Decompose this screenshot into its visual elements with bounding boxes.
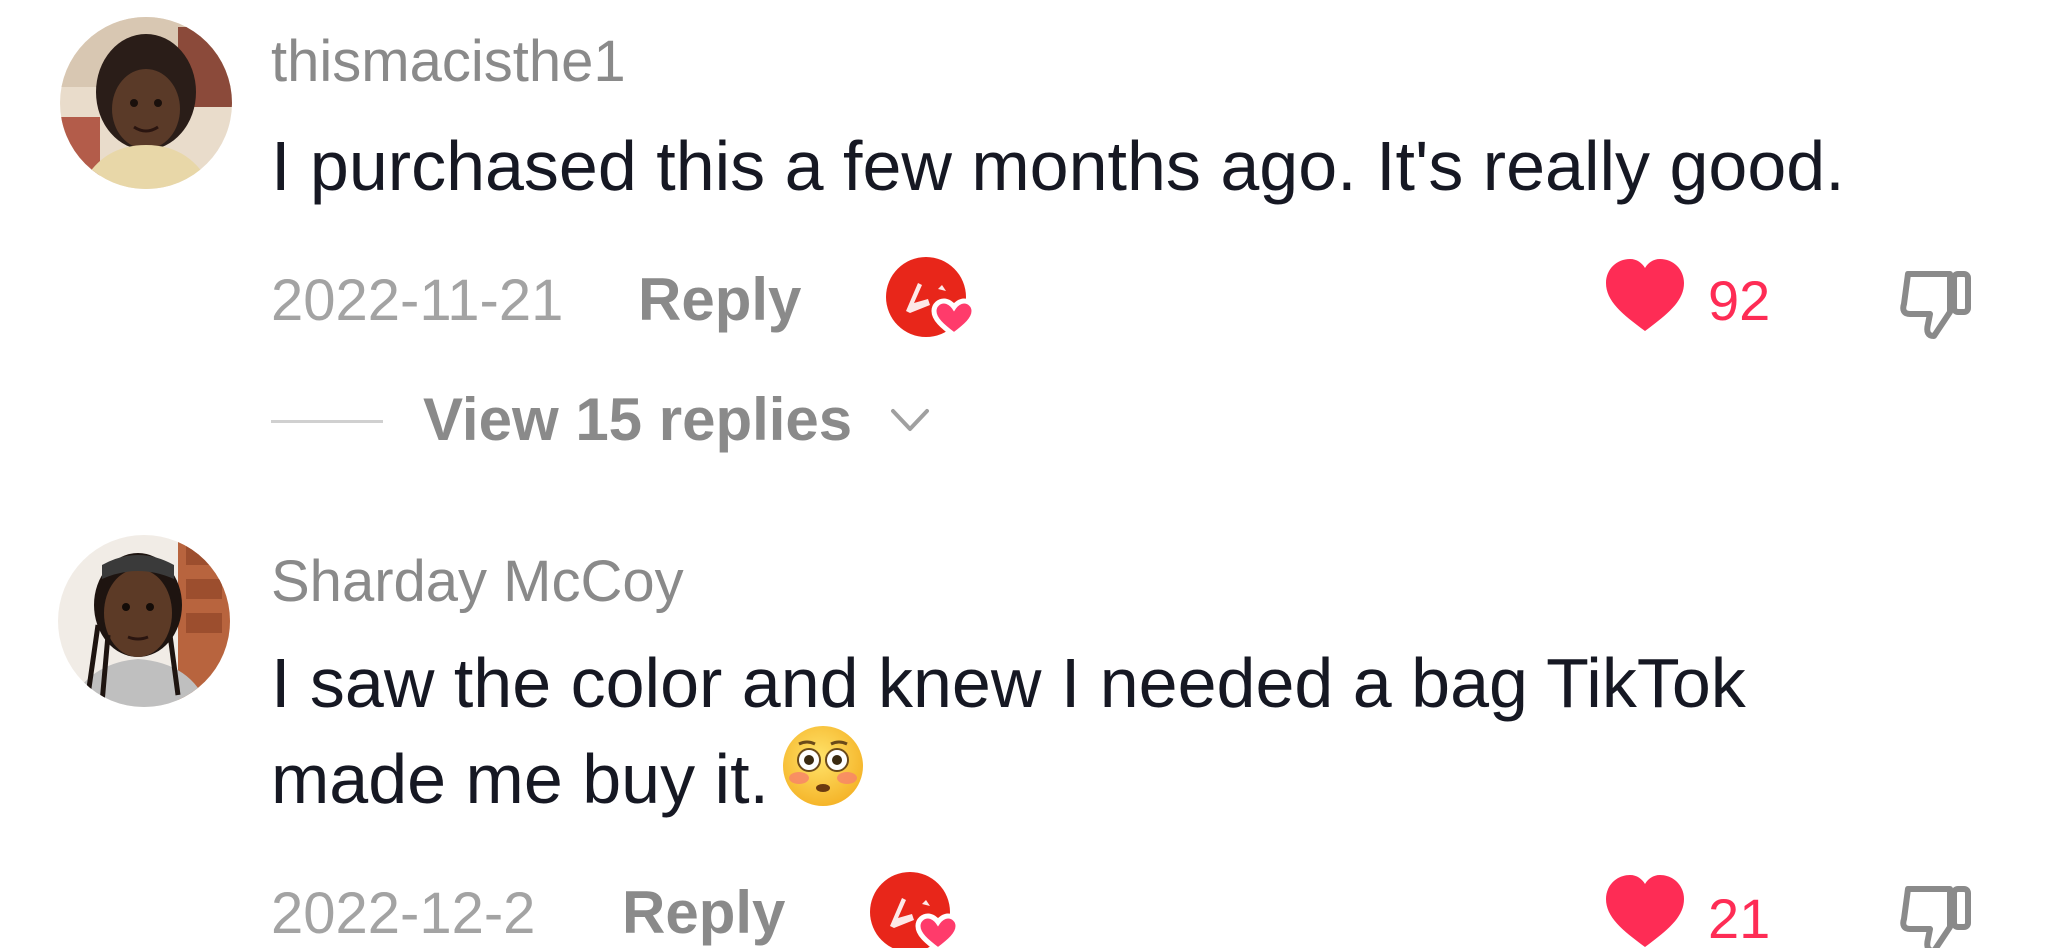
dislike-icon[interactable] bbox=[1896, 262, 1978, 344]
comment-text-line-2-label: made me buy it. bbox=[271, 740, 769, 818]
view-replies-button[interactable]: View 15 replies bbox=[271, 385, 951, 455]
comment-text: I purchased this a few months ago. It's … bbox=[271, 127, 1845, 205]
divider bbox=[271, 420, 383, 423]
comment-date: 2022-12-2 bbox=[271, 881, 536, 946]
comment-item: Sharday McCoy I saw the color and knew I… bbox=[0, 525, 2048, 948]
like-button[interactable]: 92 bbox=[1604, 257, 1784, 347]
reply-button[interactable]: Reply bbox=[622, 883, 785, 943]
dislike-icon[interactable] bbox=[1896, 877, 1978, 948]
chevron-down-icon bbox=[891, 409, 929, 431]
creator-liked-badge-icon bbox=[868, 870, 968, 948]
heart-icon bbox=[1606, 875, 1684, 947]
comment-text-line-1: I saw the color and knew I needed a bag … bbox=[271, 644, 1746, 722]
like-count: 92 bbox=[1708, 269, 1771, 332]
comment-date: 2022-11-21 bbox=[271, 268, 564, 333]
like-button[interactable]: 21 bbox=[1604, 873, 1784, 948]
creator-liked-badge-icon bbox=[884, 255, 984, 345]
comment-text-line-2: made me buy it. bbox=[271, 725, 865, 832]
avatar[interactable] bbox=[60, 17, 232, 189]
comments-panel: thismacisthe1 I purchased this a few mon… bbox=[0, 0, 2048, 948]
like-count: 21 bbox=[1708, 887, 1771, 948]
comment-username[interactable]: Sharday McCoy bbox=[271, 553, 684, 611]
comment-username[interactable]: thismacisthe1 bbox=[271, 33, 626, 91]
heart-icon bbox=[1606, 259, 1684, 331]
view-replies-label: View 15 replies bbox=[423, 386, 853, 453]
comment-item: thismacisthe1 I purchased this a few mon… bbox=[0, 0, 2048, 470]
reply-button[interactable]: Reply bbox=[638, 270, 801, 330]
flushed-face-emoji bbox=[781, 724, 865, 832]
avatar[interactable] bbox=[58, 535, 230, 707]
